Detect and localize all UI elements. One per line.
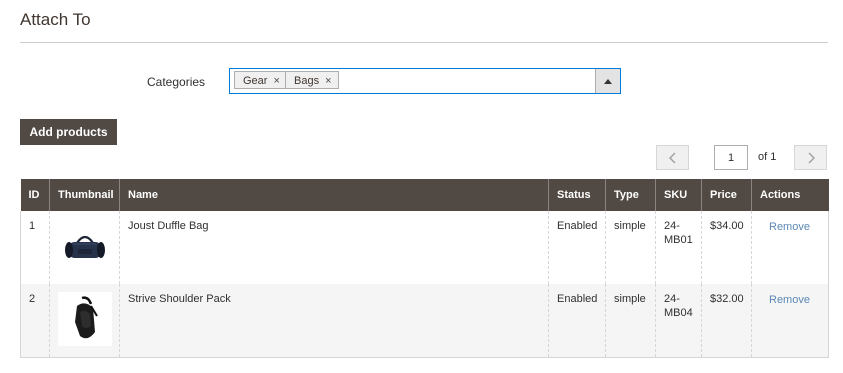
cell-sku: 24- MB04 bbox=[655, 284, 702, 358]
col-header-name[interactable]: Name bbox=[119, 179, 549, 211]
cell-status: Enabled bbox=[548, 284, 606, 358]
chip-remove-icon[interactable]: × bbox=[273, 75, 279, 87]
chip-remove-icon[interactable]: × bbox=[325, 75, 331, 87]
prev-page-button[interactable] bbox=[656, 145, 689, 170]
chevron-right-icon bbox=[808, 152, 815, 164]
chevron-left-icon bbox=[668, 152, 675, 164]
cell-price: $34.00 bbox=[701, 211, 752, 284]
section-divider bbox=[20, 42, 828, 43]
col-header-sku[interactable]: SKU bbox=[655, 179, 702, 211]
duffle-bag-icon bbox=[58, 221, 112, 275]
table-row: 1 Joust Duffle Bag Enabled simple 24- MB0… bbox=[20, 211, 829, 284]
cell-actions: Remove bbox=[751, 211, 829, 284]
sku-line: MB04 bbox=[664, 307, 693, 319]
col-header-type[interactable]: Type bbox=[605, 179, 656, 211]
col-header-price[interactable]: Price bbox=[701, 179, 752, 211]
cell-type: simple bbox=[605, 211, 656, 284]
next-page-button[interactable] bbox=[794, 145, 827, 170]
cell-id: 1 bbox=[20, 211, 50, 284]
cell-status: Enabled bbox=[548, 211, 606, 284]
chip-label: Bags bbox=[294, 75, 320, 87]
col-header-status[interactable]: Status bbox=[548, 179, 606, 211]
chip-label: Gear bbox=[243, 75, 268, 87]
table-header-row: ID Thumbnail Name Status Type SKU Price … bbox=[20, 179, 829, 211]
cell-name: Strive Shoulder Pack bbox=[119, 284, 549, 358]
sku-line: 24- bbox=[664, 293, 680, 305]
cell-thumbnail bbox=[49, 211, 120, 284]
remove-link[interactable]: Remove bbox=[760, 293, 810, 306]
cell-price: $32.00 bbox=[701, 284, 752, 358]
page-number-input[interactable] bbox=[714, 145, 748, 170]
category-chip-bags: Bags × bbox=[285, 71, 339, 89]
dropdown-arrow-icon[interactable] bbox=[595, 69, 620, 93]
products-table: ID Thumbnail Name Status Type SKU Price … bbox=[20, 179, 829, 358]
col-header-thumbnail[interactable]: Thumbnail bbox=[49, 179, 120, 211]
cell-id: 2 bbox=[20, 284, 50, 358]
section-title: Attach To bbox=[20, 10, 91, 29]
cell-sku: 24- MB01 bbox=[655, 211, 702, 284]
remove-link[interactable]: Remove bbox=[760, 220, 810, 233]
categories-label: Categories bbox=[147, 75, 206, 89]
col-header-actions: Actions bbox=[751, 179, 829, 211]
cell-thumbnail bbox=[49, 284, 120, 358]
sku-line: MB01 bbox=[664, 234, 693, 246]
cell-name: Joust Duffle Bag bbox=[119, 211, 549, 284]
col-header-id[interactable]: ID bbox=[20, 179, 50, 211]
table-row: 2 Strive Shoulder Pack Enabled simple 24… bbox=[20, 284, 829, 358]
category-chip-gear: Gear × bbox=[234, 71, 287, 89]
shoulder-pack-icon bbox=[58, 292, 112, 346]
categories-multiselect[interactable]: Gear × Bags × bbox=[229, 68, 621, 94]
page-total: of 1 bbox=[758, 151, 777, 163]
add-products-button[interactable]: Add products bbox=[20, 119, 117, 145]
sku-line: 24- bbox=[664, 220, 680, 232]
cell-actions: Remove bbox=[751, 284, 829, 358]
cell-type: simple bbox=[605, 284, 656, 358]
